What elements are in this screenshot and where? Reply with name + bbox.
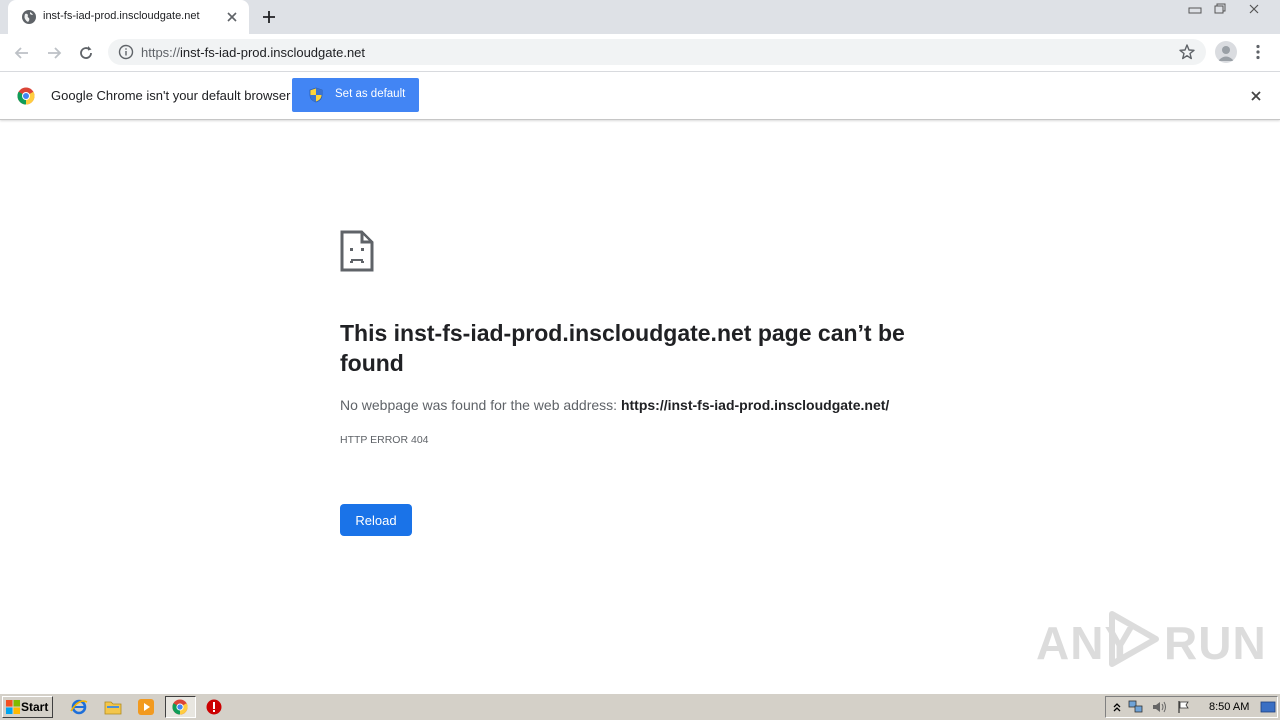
error-description: No webpage was found for the web address… — [340, 397, 889, 413]
reload-button[interactable]: Reload — [340, 504, 412, 536]
set-as-default-label: Set as default — [335, 88, 406, 100]
internet-explorer-icon[interactable] — [68, 697, 90, 717]
infobar-message: Google Chrome isn't your default browser — [51, 88, 291, 103]
error-title: This inst-fs-iad-prod.inscloudgate.net p… — [340, 320, 905, 376]
start-label: Start — [21, 700, 49, 714]
play-logo-icon — [1106, 610, 1162, 673]
stop-sign-icon[interactable] — [203, 697, 225, 717]
address-bar[interactable]: https://inst-fs-iad-prod.inscloudgate.ne… — [108, 39, 1206, 65]
url-text[interactable]: https://inst-fs-iad-prod.inscloudgate.ne… — [141, 45, 365, 60]
bookmark-star-icon[interactable] — [1178, 43, 1196, 61]
media-player-icon[interactable] — [135, 697, 157, 717]
clock: 8:50 AM — [1209, 701, 1250, 713]
windows-taskbar: Start 8:50 AM — [0, 693, 1280, 720]
url-scheme: https:// — [141, 45, 181, 60]
uac-shield-icon — [308, 87, 324, 103]
infobar-close-icon[interactable] — [1246, 86, 1266, 106]
file-explorer-icon[interactable] — [102, 697, 124, 717]
watermark-text-right: RUN — [1164, 617, 1267, 669]
tab-strip: inst-fs-iad-prod.inscloudgate.net — [0, 0, 1280, 34]
tray-expand-icon[interactable] — [1109, 699, 1125, 715]
url-host: inst-fs-iad-prod.inscloudgate.net — [180, 45, 366, 60]
error-description-text: No webpage was found for the web address… — [340, 397, 621, 413]
minimize-icon[interactable] — [1183, 0, 1207, 17]
chrome-taskbar-icon — [172, 699, 188, 720]
set-as-default-button[interactable]: Set as default — [292, 78, 419, 112]
globe-icon — [21, 9, 37, 25]
close-window-icon[interactable] — [1242, 0, 1266, 17]
show-desktop-icon[interactable] — [1260, 699, 1276, 715]
browser-toolbar: https://inst-fs-iad-prod.inscloudgate.ne… — [0, 34, 1280, 72]
tab-title: inst-fs-iad-prod.inscloudgate.net — [43, 10, 200, 22]
chrome-logo-icon — [17, 87, 35, 105]
sad-page-icon — [340, 230, 374, 272]
error-code: HTTP ERROR 404 — [340, 434, 429, 446]
error-url: https://inst-fs-iad-prod.inscloudgate.ne… — [620, 397, 890, 413]
network-icon[interactable] — [1128, 699, 1144, 715]
forward-button[interactable] — [42, 41, 66, 65]
windows-logo-icon — [6, 700, 20, 714]
tab-active[interactable]: inst-fs-iad-prod.inscloudgate.net — [8, 0, 249, 34]
action-center-flag-icon[interactable] — [1176, 699, 1192, 715]
volume-icon[interactable] — [1151, 699, 1167, 715]
default-browser-infobar: Google Chrome isn't your default browser… — [0, 72, 1280, 120]
back-button[interactable] — [10, 41, 34, 65]
system-tray: 8:50 AM — [1105, 696, 1278, 718]
new-tab-button[interactable] — [259, 7, 279, 27]
info-icon[interactable] — [118, 44, 134, 60]
start-button[interactable]: Start — [2, 696, 53, 718]
profile-avatar-icon[interactable] — [1215, 41, 1237, 63]
restore-icon[interactable] — [1208, 0, 1232, 17]
taskbar-chrome-button[interactable] — [165, 696, 196, 718]
kebab-menu-icon[interactable] — [1250, 42, 1266, 62]
reload-toolbar-button[interactable] — [74, 41, 98, 65]
tab-close-icon[interactable] — [224, 9, 240, 25]
anyrun-watermark: ANY RUN — [1036, 606, 1266, 673]
